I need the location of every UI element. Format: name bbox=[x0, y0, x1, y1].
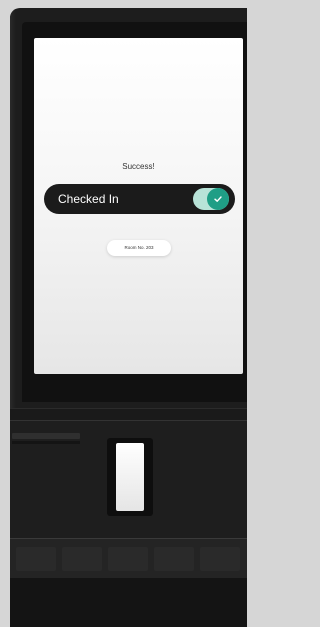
kiosk-body: Success! Checked In Room No. 203 bbox=[10, 8, 247, 627]
reader-window bbox=[116, 443, 144, 511]
base-panel bbox=[10, 538, 247, 579]
hardware-module-panel bbox=[10, 420, 247, 539]
checked-in-toggle-card[interactable]: Checked In bbox=[44, 184, 235, 214]
checked-in-toggle[interactable] bbox=[193, 188, 229, 210]
toggle-label: Checked In bbox=[58, 192, 119, 206]
base-segment bbox=[16, 547, 56, 571]
base-segment bbox=[62, 547, 102, 571]
checkmark-icon bbox=[214, 196, 222, 202]
kiosk-floor bbox=[10, 578, 247, 627]
card-slot bbox=[12, 433, 80, 439]
card-slot-shadow bbox=[12, 441, 80, 444]
room-number-badge: Room No. 203 bbox=[107, 240, 171, 256]
kiosk-screen: Success! Checked In Room No. 203 bbox=[34, 38, 243, 374]
base-segment bbox=[200, 547, 240, 571]
toggle-knob bbox=[207, 188, 229, 210]
base-segment bbox=[108, 547, 148, 571]
success-message: Success! bbox=[122, 162, 155, 171]
base-segment bbox=[154, 547, 194, 571]
